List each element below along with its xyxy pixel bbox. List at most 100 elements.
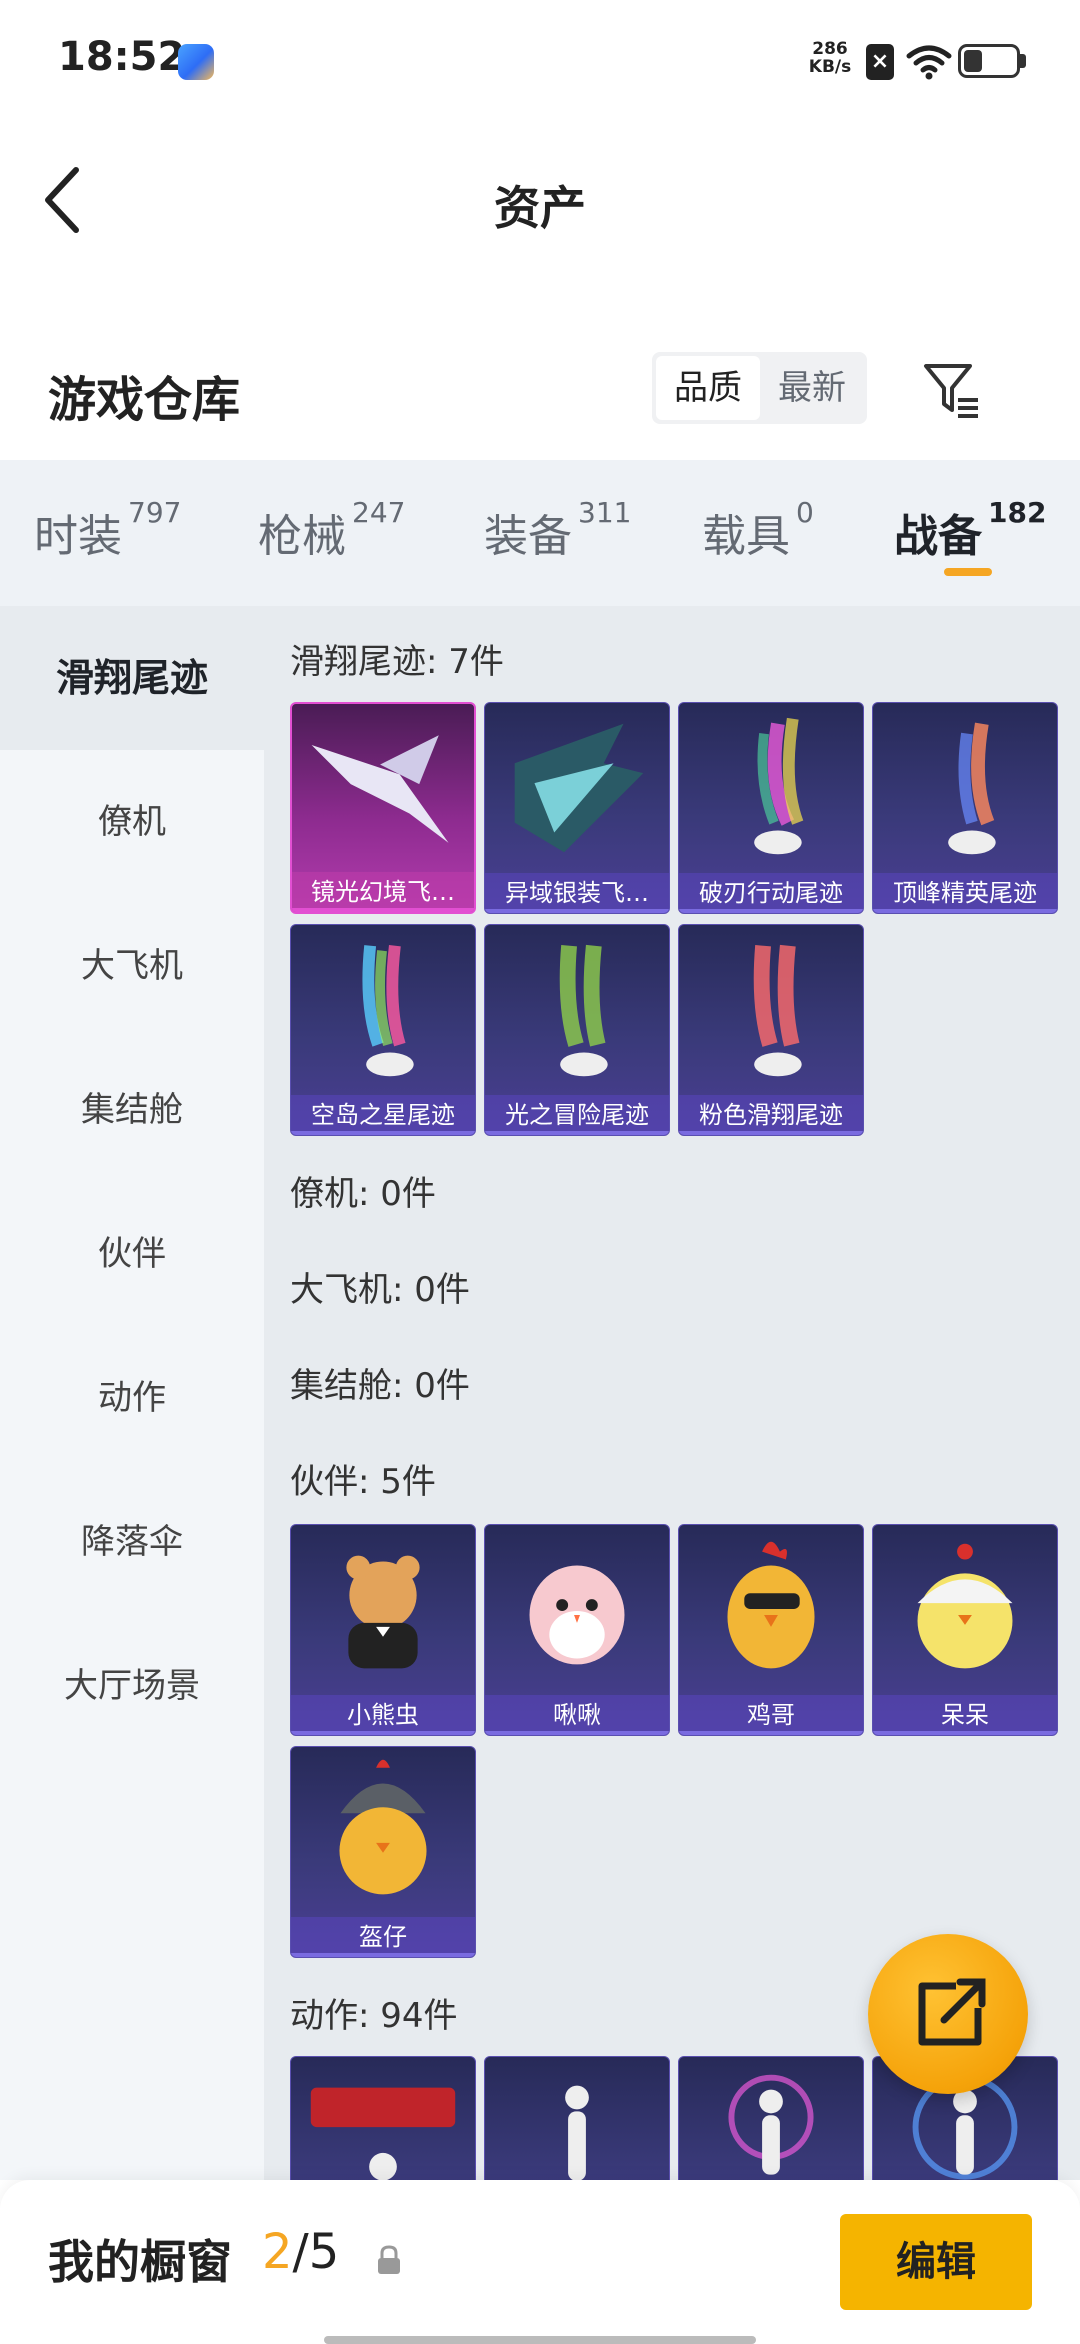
item-name: 小熊虫 — [291, 1695, 475, 1735]
sort-newest-button[interactable]: 最新 — [760, 356, 864, 420]
category-tabs: 时装 797 枪械 247 装备 311 载具 0 战备 182 — [0, 460, 1080, 606]
item-card[interactable]: 顶峰精英尾迹 — [872, 702, 1058, 914]
wifi-icon — [906, 45, 952, 80]
status-time: 18:52 — [58, 34, 186, 80]
bear-companion-icon — [346, 1555, 420, 1669]
warehouse-title: 游戏仓库 — [48, 372, 241, 428]
tab-combat-gear[interactable]: 战备 182 — [894, 496, 1046, 564]
chicken-companion-icon — [727, 1541, 815, 1669]
tab-label: 载具 — [702, 511, 790, 562]
tab-label: 时装 — [34, 511, 122, 562]
nav-bar: 资产 — [0, 120, 1080, 280]
tab-fashion[interactable]: 时装 797 — [34, 496, 181, 564]
net-speed-unit: KB/s — [808, 57, 852, 77]
warehouse-header: 游戏仓库 品质 最新 — [0, 330, 1080, 450]
lock-icon — [378, 2245, 400, 2274]
sidebar-item-plane[interactable]: 大飞机 — [0, 894, 264, 1038]
section-title-pod: 集结舱: 0件 — [290, 1366, 470, 1406]
helmet-chick-companion-icon — [339, 1759, 427, 1895]
sidebar-item-wingman[interactable]: 僚机 — [0, 750, 264, 894]
battery-cap — [1020, 54, 1026, 68]
item-card[interactable] — [484, 2056, 670, 2180]
item-card[interactable]: 空岛之星尾迹 — [290, 924, 476, 1136]
tab-count: 182 — [988, 496, 1047, 529]
item-name: 顶峰精英尾迹 — [873, 873, 1057, 913]
tab-label: 战备 — [894, 511, 982, 562]
net-speed: 286 KB/s — [800, 40, 860, 76]
tab-label: 装备 — [484, 511, 572, 562]
bird-companion-icon — [529, 1565, 625, 1665]
smoke-trail-icon — [362, 945, 414, 1077]
showcase-current: 2 — [262, 2224, 293, 2280]
home-indicator[interactable] — [324, 2336, 756, 2344]
showcase-label: 我的橱窗 — [48, 2235, 232, 2289]
wings-icon — [311, 735, 449, 843]
tab-equipment[interactable]: 装备 311 — [484, 496, 631, 564]
smoke-trail-icon — [753, 944, 802, 1077]
item-name: 镜光幻境飞… — [292, 872, 474, 912]
item-card[interactable] — [678, 2056, 864, 2180]
section-title-plane: 大飞机: 0件 — [290, 1270, 470, 1310]
item-card[interactable]: 粉色滑翔尾迹 — [678, 924, 864, 1136]
sort-toggle: 品质 最新 — [652, 352, 867, 424]
item-card[interactable]: 小熊虫 — [290, 1524, 476, 1736]
tab-count: 797 — [128, 496, 182, 529]
sidebar-item-glide-trail[interactable]: 滑翔尾迹 — [0, 606, 264, 750]
item-name: 光之冒险尾迹 — [485, 1095, 669, 1135]
no-sim-icon: × — [866, 44, 894, 80]
share-icon — [918, 1978, 986, 2046]
emote-figure-icon — [565, 2085, 589, 2180]
sidebar-item-parachute[interactable]: 降落伞 — [0, 1470, 264, 1614]
sort-quality-button[interactable]: 品质 — [656, 356, 760, 420]
tab-count: 0 — [796, 496, 814, 529]
section-title-companion: 伙伴: 5件 — [290, 1462, 436, 1502]
chick-companion-icon — [917, 1543, 1013, 1669]
showcase-count: 2/5 — [262, 2224, 339, 2280]
sidebar-item-lobby-scene[interactable]: 大厅场景 — [0, 1614, 264, 1758]
item-card[interactable]: 鸡哥 — [678, 1524, 864, 1736]
sidebar: 滑翔尾迹 僚机 大飞机 集结舱 伙伴 动作 降落伞 大厅场景 — [0, 606, 264, 2180]
item-name: 空岛之星尾迹 — [291, 1095, 475, 1135]
item-name: 粉色滑翔尾迹 — [679, 1095, 863, 1135]
wings-icon — [514, 723, 644, 853]
item-card[interactable]: 异域银装飞… — [484, 702, 670, 914]
tab-vehicles[interactable]: 载具 0 — [702, 496, 814, 564]
smoke-trail-icon — [948, 722, 996, 855]
item-card[interactable]: 镜光幻境飞… — [290, 702, 476, 914]
tab-weapons[interactable]: 枪械 247 — [258, 496, 405, 564]
showcase-bar: 我的橱窗 2/5 编辑 — [0, 2180, 1080, 2344]
app-notification-icon — [178, 44, 214, 80]
tab-label: 枪械 — [258, 511, 346, 562]
status-bar: 18:52 286 KB/s × — [0, 0, 1080, 120]
section-title-glide: 滑翔尾迹: 7件 — [290, 642, 504, 682]
item-card[interactable] — [290, 2056, 476, 2180]
smoke-trail-icon — [754, 717, 804, 855]
item-card[interactable]: 啾啾 — [484, 1524, 670, 1736]
item-card[interactable]: 光之冒险尾迹 — [484, 924, 670, 1136]
emote-figure-icon — [310, 2087, 456, 2180]
tab-count: 311 — [578, 496, 632, 529]
section-title-emote: 动作: 94件 — [290, 1996, 458, 2036]
sidebar-item-companion[interactable]: 伙伴 — [0, 1182, 264, 1326]
filter-icon[interactable] — [920, 358, 984, 422]
smoke-trail-icon — [559, 944, 608, 1077]
showcase-total: /5 — [292, 2224, 340, 2280]
net-speed-value: 286 — [812, 39, 848, 59]
active-tab-indicator — [944, 568, 992, 576]
item-card[interactable]: 盔仔 — [290, 1746, 476, 1958]
item-card[interactable]: 破刃行动尾迹 — [678, 702, 864, 914]
item-card[interactable]: 呆呆 — [872, 1524, 1058, 1736]
page-title: 资产 — [494, 181, 586, 235]
item-name: 呆呆 — [873, 1695, 1057, 1735]
item-name: 鸡哥 — [679, 1695, 863, 1735]
battery-icon — [958, 44, 1020, 78]
sidebar-item-emote[interactable]: 动作 — [0, 1326, 264, 1470]
item-name: 啾啾 — [485, 1695, 669, 1735]
item-name: 破刃行动尾迹 — [679, 873, 863, 913]
edit-button[interactable]: 编辑 — [840, 2214, 1032, 2310]
item-name: 异域银装飞… — [485, 873, 669, 913]
share-button[interactable] — [868, 1934, 1028, 2094]
sidebar-item-pod[interactable]: 集结舱 — [0, 1038, 264, 1182]
emote-figure-icon — [728, 2074, 814, 2175]
tab-count: 247 — [352, 496, 406, 529]
